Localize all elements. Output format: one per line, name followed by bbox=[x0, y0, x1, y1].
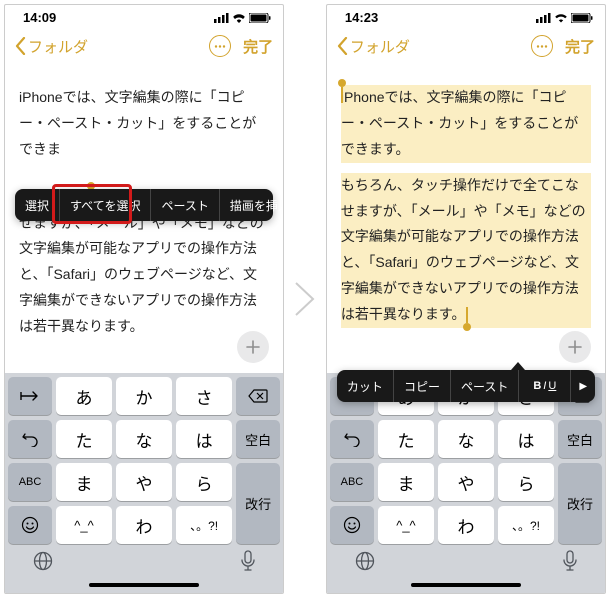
done-button[interactable]: 完了 bbox=[243, 36, 273, 57]
key-na[interactable]: な bbox=[438, 420, 494, 458]
paragraph-2: もちろん、タッチ操作だけで全てこなせますが、「メール」や「メモ」などの文字編集が… bbox=[341, 173, 591, 328]
globe-button[interactable] bbox=[354, 550, 376, 578]
popover-biu[interactable]: BIU bbox=[519, 370, 571, 402]
popover-paste[interactable]: ペースト bbox=[151, 189, 219, 221]
key-wa[interactable]: わ bbox=[438, 506, 494, 544]
undo-icon bbox=[21, 431, 39, 447]
back-label: フォルダ bbox=[28, 36, 88, 57]
key-ya[interactable]: や bbox=[116, 463, 172, 501]
key-abc[interactable]: ABC bbox=[330, 463, 374, 501]
more-button[interactable] bbox=[531, 35, 553, 57]
status-time: 14:09 bbox=[23, 10, 56, 25]
smile-icon bbox=[21, 516, 39, 534]
key-return[interactable]: 改行 bbox=[236, 463, 280, 544]
triangle-right-icon: ▶ bbox=[579, 381, 587, 392]
key-na[interactable]: な bbox=[116, 420, 172, 458]
home-indicator[interactable] bbox=[89, 583, 199, 587]
key-space[interactable]: 空白 bbox=[558, 420, 602, 458]
popover-insert-drawing[interactable]: 描画を挿入 bbox=[220, 189, 284, 221]
done-button[interactable]: 完了 bbox=[565, 36, 595, 57]
popover-select[interactable]: 選択 bbox=[15, 189, 60, 221]
key-ha[interactable]: は bbox=[176, 420, 232, 458]
key-punct[interactable]: 、。?! bbox=[176, 506, 232, 544]
paragraph-1: iPhoneでは、文字編集の際に「コピー・ペースト・カット」をすることができます… bbox=[341, 85, 591, 163]
key-ra[interactable]: ら bbox=[176, 463, 232, 501]
paragraph-1: iPhoneでは、文字編集の際に「コピー・ペースト・カット」をすることができま bbox=[19, 85, 269, 163]
nav-bar: フォルダ 完了 bbox=[327, 27, 605, 65]
key-return[interactable]: 改行 bbox=[558, 463, 602, 544]
keyboard: あ か さ た な は 空白 ABC ま や ら 改行 ^_^ わ 、。?! bbox=[5, 373, 283, 593]
key-punct[interactable]: 、。?! bbox=[498, 506, 554, 544]
mic-button[interactable] bbox=[240, 550, 256, 578]
popover-select-all[interactable]: すべてを選択 bbox=[60, 189, 151, 221]
more-button[interactable] bbox=[209, 35, 231, 57]
key-ta[interactable]: た bbox=[56, 420, 112, 458]
globe-button[interactable] bbox=[32, 550, 54, 578]
arrow-right-icon bbox=[19, 390, 41, 402]
key-undo[interactable] bbox=[8, 420, 52, 458]
selection-start-handle[interactable] bbox=[341, 87, 343, 103]
key-arrow[interactable] bbox=[8, 377, 52, 415]
popover-tail bbox=[511, 362, 525, 370]
key-delete[interactable] bbox=[236, 377, 280, 415]
mic-icon bbox=[562, 550, 578, 572]
edit-popover: 選択 すべてを選択 ペースト 描画を挿入 ▶ bbox=[15, 189, 273, 221]
plus-icon bbox=[567, 339, 583, 355]
nav-bar: フォルダ 完了 bbox=[5, 27, 283, 65]
key-wa[interactable]: わ bbox=[116, 506, 172, 544]
status-bar: 14:23 bbox=[327, 5, 605, 27]
popover-more[interactable]: ▶ bbox=[571, 370, 595, 402]
key-undo[interactable] bbox=[330, 420, 374, 458]
selection-end-handle[interactable] bbox=[466, 307, 468, 323]
home-indicator[interactable] bbox=[411, 583, 521, 587]
back-label: フォルダ bbox=[350, 36, 410, 57]
key-ya[interactable]: や bbox=[438, 463, 494, 501]
key-abc[interactable]: ABC bbox=[8, 463, 52, 501]
delete-icon bbox=[248, 389, 268, 403]
key-face[interactable]: ^_^ bbox=[56, 506, 112, 544]
phone-left: 14:09 フォルダ 完了 iPhoneでは、文字編集の際に「コピー・ペースト・… bbox=[4, 4, 284, 594]
globe-icon bbox=[32, 550, 54, 572]
note-content[interactable]: iPhoneでは、文字編集の際に「コピー・ペースト・カット」をすることができます… bbox=[327, 65, 605, 346]
chevron-left-icon bbox=[337, 37, 348, 55]
mic-button[interactable] bbox=[562, 550, 578, 578]
key-face[interactable]: ^_^ bbox=[378, 506, 434, 544]
popover-cut[interactable]: カット bbox=[337, 370, 394, 402]
undo-icon bbox=[343, 431, 361, 447]
add-button[interactable] bbox=[559, 331, 591, 363]
arrow-right-icon bbox=[293, 279, 317, 319]
status-icons bbox=[214, 13, 271, 23]
key-space[interactable]: 空白 bbox=[236, 420, 280, 458]
status-time: 14:23 bbox=[345, 10, 378, 25]
popover-copy[interactable]: コピー bbox=[394, 370, 451, 402]
ellipsis-icon bbox=[536, 45, 548, 48]
popover-paste[interactable]: ペースト bbox=[451, 370, 519, 402]
back-button[interactable]: フォルダ bbox=[15, 36, 88, 57]
globe-icon bbox=[354, 550, 376, 572]
key-ma[interactable]: ま bbox=[378, 463, 434, 501]
key-ka[interactable]: か bbox=[116, 377, 172, 415]
key-emoji[interactable] bbox=[330, 506, 374, 544]
key-ta[interactable]: た bbox=[378, 420, 434, 458]
status-icons bbox=[536, 13, 593, 23]
smile-icon bbox=[343, 516, 361, 534]
back-button[interactable]: フォルダ bbox=[337, 36, 410, 57]
plus-icon bbox=[245, 339, 261, 355]
keyboard: あ か さ た な は 空白 ABC ま や ら 改行 ^_^ わ 、。?! bbox=[327, 373, 605, 593]
key-emoji[interactable] bbox=[8, 506, 52, 544]
edit-popover: カット コピー ペースト BIU ▶ bbox=[337, 370, 595, 402]
ellipsis-icon bbox=[214, 45, 226, 48]
transition-arrow bbox=[292, 279, 318, 319]
key-a[interactable]: あ bbox=[56, 377, 112, 415]
status-bar: 14:09 bbox=[5, 5, 283, 27]
key-ra[interactable]: ら bbox=[498, 463, 554, 501]
chevron-left-icon bbox=[15, 37, 26, 55]
phone-right: 14:23 フォルダ 完了 iPhoneでは、文字編集の際に「コ bbox=[326, 4, 606, 594]
key-ha[interactable]: は bbox=[498, 420, 554, 458]
key-sa[interactable]: さ bbox=[176, 377, 232, 415]
add-button[interactable] bbox=[237, 331, 269, 363]
key-ma[interactable]: ま bbox=[56, 463, 112, 501]
mic-icon bbox=[240, 550, 256, 572]
